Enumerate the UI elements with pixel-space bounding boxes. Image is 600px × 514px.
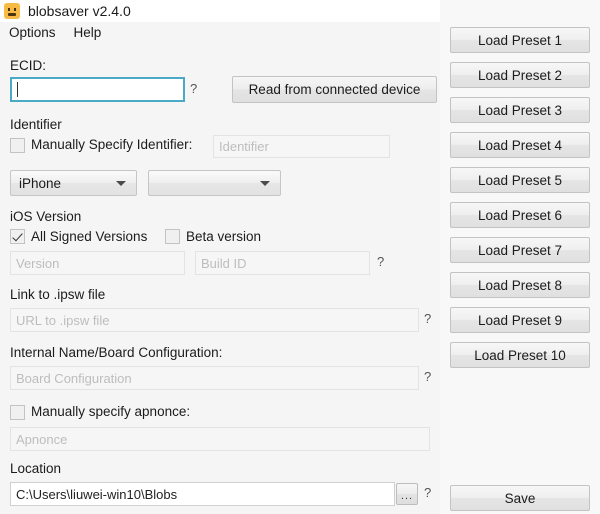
board-config-label: Internal Name/Board Configuration: — [10, 345, 222, 360]
beta-version-checkbox[interactable] — [165, 229, 180, 244]
menu-item-help[interactable]: Help — [65, 22, 111, 43]
ios-version-section-label: iOS Version — [10, 209, 81, 224]
location-value: C:\Users\liuwei-win10\Blobs — [16, 488, 177, 501]
location-input[interactable]: C:\Users\liuwei-win10\Blobs — [10, 482, 395, 506]
manually-specify-identifier-checkbox[interactable] — [10, 138, 25, 153]
apnonce-input[interactable]: Apnonce — [10, 427, 430, 451]
ipsw-url-placeholder: URL to .ipsw file — [16, 314, 109, 327]
save-button[interactable]: Save — [450, 485, 590, 511]
text-caret — [17, 82, 18, 97]
board-config-help-icon[interactable]: ? — [424, 369, 431, 384]
version-input-placeholder: Version — [16, 257, 59, 270]
load-preset-9-button[interactable]: Load Preset 9 — [450, 307, 590, 333]
menu-item-options[interactable]: Options — [0, 22, 65, 43]
apnonce-placeholder: Apnonce — [16, 433, 67, 446]
ipsw-link-label: Link to .ipsw file — [10, 287, 105, 302]
read-from-connected-device-button[interactable]: Read from connected device — [232, 76, 437, 103]
device-model-combobox[interactable] — [148, 170, 281, 196]
manually-specify-apnonce-label: Manually specify apnonce: — [31, 404, 190, 419]
window-title: blobsaver v2.4.0 — [28, 3, 131, 19]
menu-bar: Options Help — [0, 22, 440, 44]
device-type-value: iPhone — [19, 176, 61, 191]
beta-version-label: Beta version — [186, 229, 261, 244]
ecid-input[interactable] — [10, 77, 185, 102]
location-label: Location — [10, 461, 61, 476]
build-id-input-placeholder: Build ID — [201, 257, 247, 270]
ecid-help-icon[interactable]: ? — [190, 81, 197, 96]
ipsw-url-input[interactable]: URL to .ipsw file — [10, 308, 419, 332]
device-type-combobox[interactable]: iPhone — [10, 170, 137, 196]
load-preset-3-button[interactable]: Load Preset 3 — [450, 97, 590, 123]
build-id-input[interactable]: Build ID — [195, 251, 370, 275]
ipsw-help-icon[interactable]: ? — [424, 311, 431, 326]
app-face-icon — [4, 3, 20, 19]
identifier-section-label: Identifier — [10, 117, 62, 132]
all-signed-versions-label: All Signed Versions — [31, 229, 147, 244]
load-preset-5-button[interactable]: Load Preset 5 — [450, 167, 590, 193]
load-preset-1-button[interactable]: Load Preset 1 — [450, 27, 590, 53]
load-preset-6-button[interactable]: Load Preset 6 — [450, 202, 590, 228]
identifier-input-placeholder: Identifier — [219, 140, 269, 153]
presets-panel: Load Preset 1 Load Preset 2 Load Preset … — [440, 0, 600, 514]
load-preset-2-button[interactable]: Load Preset 2 — [450, 62, 590, 88]
load-preset-8-button[interactable]: Load Preset 8 — [450, 272, 590, 298]
chevron-down-icon — [116, 181, 126, 186]
application-window: blobsaver v2.4.0 Options Help ECID: ? Re… — [0, 0, 600, 514]
all-signed-versions-checkbox[interactable] — [10, 229, 25, 244]
ecid-label: ECID: — [10, 58, 46, 73]
location-help-icon[interactable]: ? — [424, 485, 431, 500]
identifier-input[interactable]: Identifier — [213, 135, 390, 158]
manually-specify-identifier-label: Manually Specify Identifier: — [31, 137, 192, 152]
load-preset-4-button[interactable]: Load Preset 4 — [450, 132, 590, 158]
ios-version-help-icon[interactable]: ? — [377, 254, 384, 269]
browse-location-button[interactable]: ... — [396, 483, 418, 505]
main-form-panel: ECID: ? Read from connected device Ident… — [0, 43, 440, 514]
board-config-placeholder: Board Configuration — [16, 372, 132, 385]
load-preset-10-button[interactable]: Load Preset 10 — [450, 342, 590, 368]
board-config-input[interactable]: Board Configuration — [10, 366, 419, 390]
version-input[interactable]: Version — [10, 251, 185, 275]
manually-specify-apnonce-checkbox[interactable] — [10, 405, 25, 420]
load-preset-7-button[interactable]: Load Preset 7 — [450, 237, 590, 263]
chevron-down-icon — [260, 181, 270, 186]
